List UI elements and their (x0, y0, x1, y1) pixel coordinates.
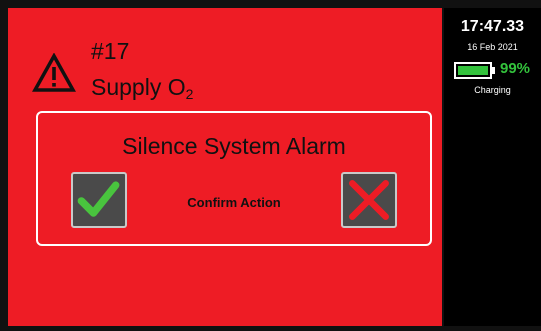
alarm-number: #17 (91, 38, 130, 64)
battery-percentage: 99% (500, 60, 531, 77)
device-screen: #17 Supply O2 Silence System Alarm Confi… (0, 0, 541, 331)
clock-time: 17:47.33 (460, 18, 525, 35)
charging-status: Charging (474, 85, 511, 95)
dialog-title: Silence System Alarm (122, 133, 346, 159)
battery-icon (454, 62, 492, 79)
alarm-name-text: Supply O (91, 74, 186, 100)
cancel-button[interactable] (341, 172, 397, 228)
x-icon (349, 180, 389, 220)
battery-tip (492, 67, 495, 74)
warning-icon (32, 53, 76, 92)
silence-alarm-dialog: Silence System Alarm Confirm Action (36, 111, 432, 246)
alarm-name: Supply O2 (91, 74, 193, 107)
clock-date: 16 Feb 2021 (467, 42, 518, 52)
battery-fill (458, 66, 488, 75)
alarm-name-subscript: 2 (185, 86, 194, 102)
alarm-panel: #17 Supply O2 Silence System Alarm Confi… (8, 8, 442, 326)
status-panel: 17:47.33 16 Feb 2021 99% Charging (444, 8, 541, 326)
